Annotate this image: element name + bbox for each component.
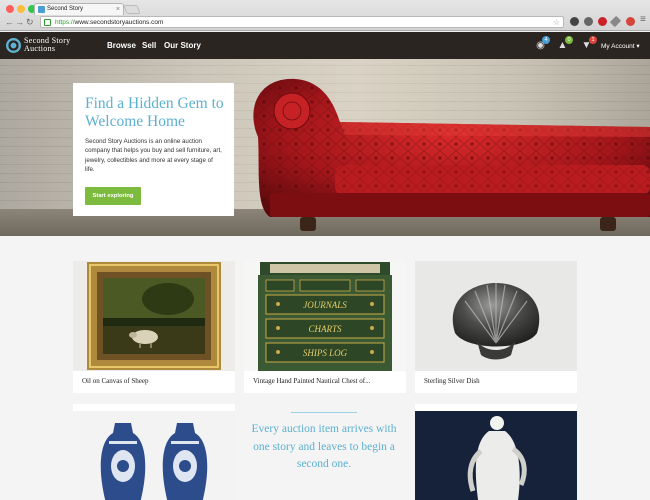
listing-card[interactable] [415,404,577,500]
nav-our-story-link[interactable]: Our Story [164,41,201,50]
my-account-menu[interactable]: My Account ▾ [601,42,640,50]
extension-record-icon[interactable] [570,17,579,26]
browser-tab[interactable]: Second Story × [34,3,124,15]
hero-title: Find a Hidden Gem to Welcome Home [85,95,224,130]
tab-title: Second Story [47,6,84,12]
back-arrow-icon[interactable]: ← [5,17,14,27]
listing-title[interactable]: Oil on Canvas of Sheep [82,377,149,385]
sheep-painting-image [73,261,235,371]
listing-card[interactable]: Sterling Silver Dish [415,261,577,393]
favicon-icon [38,6,45,13]
hero-card: Find a Hidden Gem to Welcome Home Second… [73,83,234,216]
url-host: www.secondstoryauctions.com [74,19,164,26]
likes-badge: 0 [565,36,573,44]
wrench-icon[interactable] [609,15,622,28]
divider [291,412,357,413]
nautical-chest-image: JOURNALS CHARTS SHIPS LOG [244,261,406,371]
close-tab-icon[interactable]: × [116,4,120,15]
reload-icon[interactable]: ↻ [26,17,34,27]
close-window-button[interactable] [6,5,14,13]
red-chesterfield-sofa-image [253,78,650,231]
listing-title[interactable]: Vintage Hand Painted Nautical Chest of..… [253,377,370,385]
listing-card[interactable]: Oil on Canvas of Sheep [73,261,235,393]
blue-white-vases-image [73,411,235,500]
extension-clock-icon[interactable] [584,17,593,26]
browser-chrome: Second Story × ← → ↻ https://www.seconds… [0,0,650,31]
dislikes-badge: 1 [589,36,597,44]
menu-icon[interactable]: ≡ [640,15,646,25]
url-scheme: https:// [55,19,75,26]
silver-shell-dish-image [415,261,577,371]
forward-arrow-icon[interactable]: → [15,17,24,27]
address-bar[interactable]: https://www.secondstoryauctions.com ☆ [40,16,564,28]
start-exploring-button[interactable]: Start exploring [85,187,141,205]
extension-gear-icon[interactable] [626,17,635,26]
pinterest-icon[interactable] [598,17,607,26]
bookmark-star-icon[interactable]: ☆ [553,17,560,28]
story-text: Every auction item arrives with one stor… [251,423,397,470]
story-blurb: Every auction item arrives with one stor… [246,404,402,474]
listing-card[interactable]: JOURNALS CHARTS SHIPS LOG Vintage Hand P… [244,261,406,393]
site-navbar: Second Story Auctions Browse Sell Our St… [0,32,650,59]
listing-title[interactable]: Sterling Silver Dish [424,377,480,385]
nav-sell-link[interactable]: Sell [142,41,156,50]
chest-label-charts: CHARTS [308,324,342,334]
hero-banner: Find a Hidden Gem to Welcome Home Second… [0,59,650,236]
lock-icon [44,19,51,26]
listing-card[interactable] [73,404,235,500]
nav-browse-link[interactable]: Browse [107,41,136,50]
watchlist-badge: 4 [542,36,550,44]
chest-label-ships-log: SHIPS LOG [303,348,348,358]
logo-mark-icon[interactable] [6,38,21,53]
minimize-window-button[interactable] [17,5,25,13]
hero-description: Second Story Auctions is an online aucti… [85,138,222,174]
new-tab-button[interactable] [123,5,141,14]
porcelain-figurine-image [415,411,577,500]
logo-line-2: Auctions [24,44,56,53]
chest-label-journals: JOURNALS [303,300,347,310]
site-logo[interactable]: Second Story Auctions [24,37,71,53]
